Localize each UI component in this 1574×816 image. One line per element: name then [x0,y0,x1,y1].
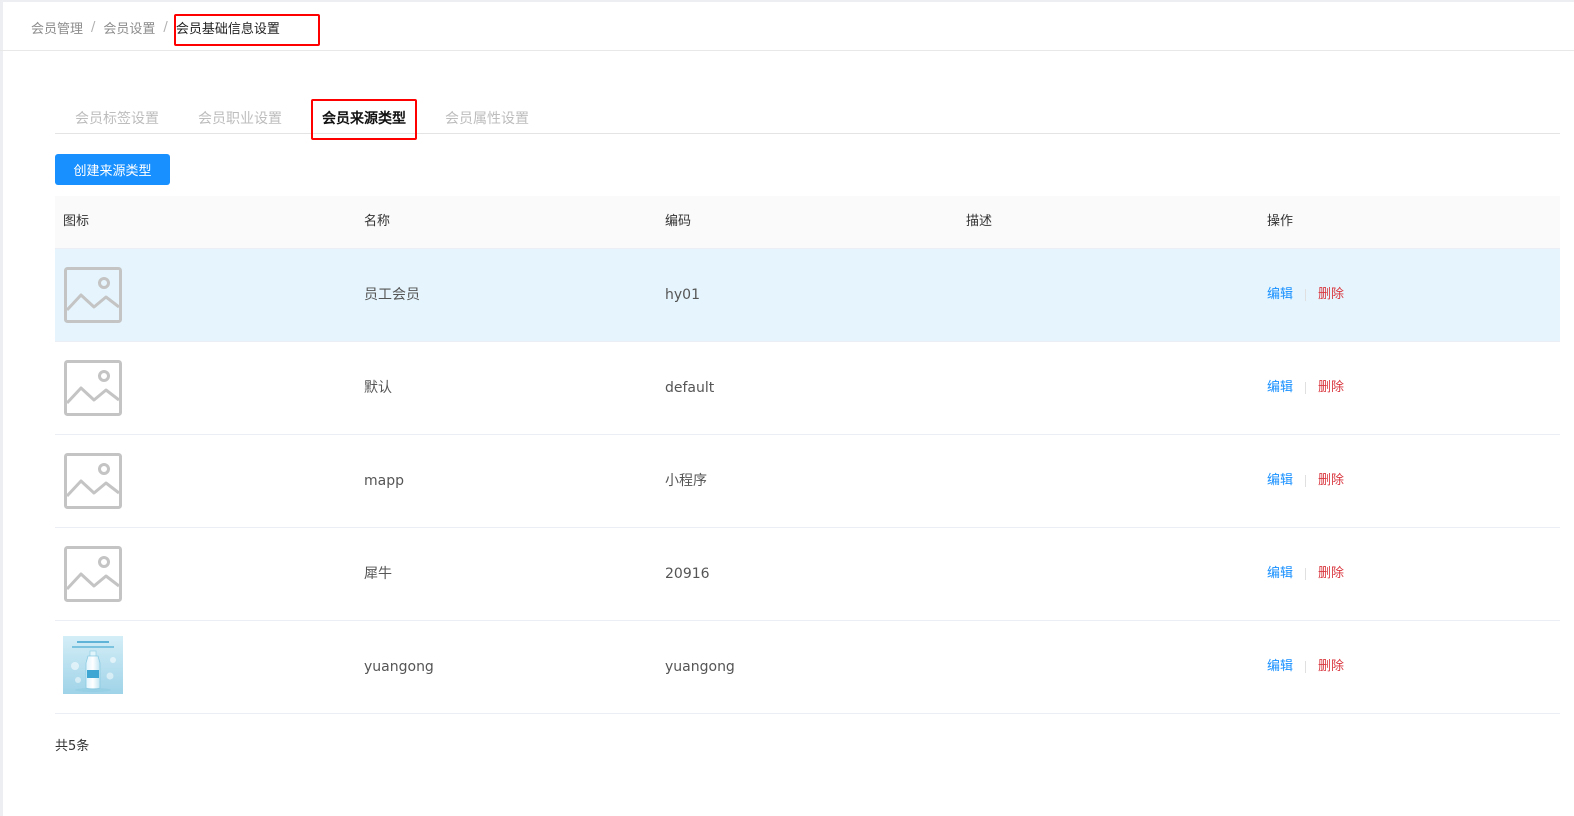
header-operations: 操作 [1267,214,1294,229]
table-row: yuangong yuangong 编辑 删除 [55,621,1560,714]
row-code: hy01 [665,287,700,303]
row-operations: 编辑 删除 [1267,435,1344,527]
top-border [0,0,1574,2]
row-operations: 编辑 删除 [1267,621,1344,713]
delete-link[interactable]: 删除 [1318,473,1344,488]
delete-link[interactable]: 删除 [1318,566,1344,581]
image-placeholder-icon [64,453,122,509]
breadcrumb-separator: / [163,19,168,35]
delete-link[interactable]: 删除 [1318,287,1344,302]
row-name: 犀牛 [364,566,392,582]
left-edge [0,0,3,816]
edit-link[interactable]: 编辑 [1267,287,1293,302]
breadcrumb-member-settings[interactable]: 会员设置 [103,18,155,37]
water-bottle-thumbnail [63,636,123,694]
row-code: 小程序 [665,473,707,489]
row-name: mapp [364,473,404,489]
edit-link[interactable]: 编辑 [1267,473,1293,488]
table-row: 犀牛 20916 编辑 删除 [55,528,1560,621]
image-placeholder-icon [64,267,122,323]
edit-link[interactable]: 编辑 [1267,566,1293,581]
row-code: 20916 [665,566,710,582]
tab-bar: 会员标签设置 会员职业设置 会员来源类型 会员属性设置 [55,100,1560,134]
tab-member-tags[interactable]: 会员标签设置 [75,108,159,128]
table-row: 员工会员 hy01 编辑 删除 [55,249,1560,342]
create-source-type-button[interactable]: 创建来源类型 [55,154,170,185]
row-name: yuangong [364,659,434,675]
header-name: 名称 [364,214,391,229]
tab-member-occupation[interactable]: 会员职业设置 [198,108,282,128]
header-divider [0,50,1574,51]
row-operations: 编辑 删除 [1267,342,1344,434]
table-header: 图标 名称 编码 描述 操作 [55,196,1560,249]
operation-divider [1305,474,1307,487]
breadcrumb-highlight-box [174,14,320,46]
delete-link[interactable]: 删除 [1318,380,1344,395]
operation-divider [1305,567,1307,580]
source-type-table: 图标 名称 编码 描述 操作 员工会员 hy01 编辑 删除 默认 default… [55,196,1560,714]
image-placeholder-icon [64,360,122,416]
header-code: 编码 [665,214,692,229]
row-code: yuangong [665,659,735,675]
breadcrumb-separator: / [91,19,96,35]
row-operations: 编辑 删除 [1267,528,1344,620]
table-row: mapp 小程序 编辑 删除 [55,435,1560,528]
active-tab-highlight-box [311,99,417,140]
row-name: 员工会员 [364,287,420,303]
edit-link[interactable]: 编辑 [1267,380,1293,395]
header-icon: 图标 [63,214,90,229]
total-count: 共5条 [55,739,90,754]
edit-link[interactable]: 编辑 [1267,659,1293,674]
breadcrumb-member-management[interactable]: 会员管理 [31,18,83,37]
operation-divider [1305,288,1307,301]
operation-divider [1305,381,1307,394]
operation-divider [1305,660,1307,673]
table-row: 默认 default 编辑 删除 [55,342,1560,435]
header-description: 描述 [966,214,993,229]
row-operations: 编辑 删除 [1267,249,1344,341]
image-placeholder-icon [64,546,122,602]
row-code: default [665,380,715,396]
row-name: 默认 [364,380,392,396]
tab-member-attributes[interactable]: 会员属性设置 [445,108,529,128]
delete-link[interactable]: 删除 [1318,659,1344,674]
